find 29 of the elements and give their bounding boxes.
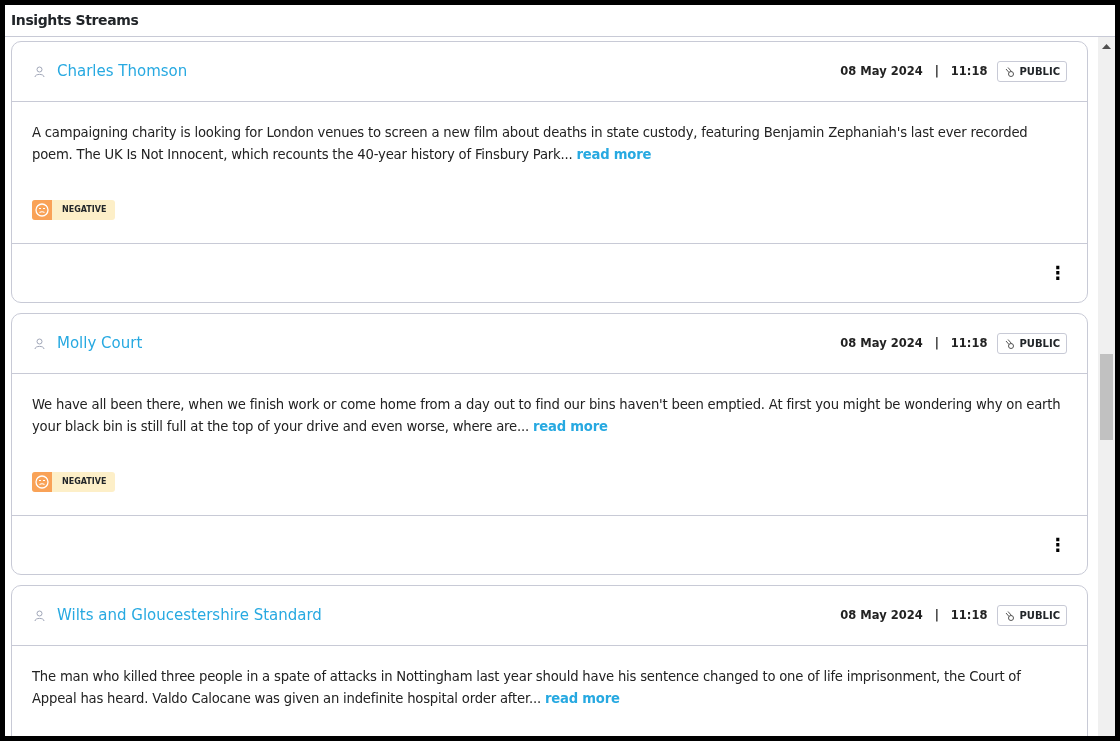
- hand-icon: [1004, 338, 1016, 349]
- post-excerpt: The man who killed three people in a spate of attacks in Nottingham last year should have his sentence changed to one of life imprisonment, the Court of Appeal has heard. Valdo Calocane was given an indefinite hospital order after... read more: [32, 668, 1022, 708]
- post-excerpt: We have all been there, when we finish work or come home from a day out to find our bins haven't been emptied. At first you might be wondering why on earth your black bin is still full at the top of your drive and even worse, where are... read more: [32, 396, 1062, 436]
- read-more-link[interactable]: read more: [532, 419, 608, 434]
- more-options-button[interactable]: ⋮: [1045, 264, 1071, 282]
- read-more-link[interactable]: read more: [544, 691, 620, 706]
- visibility-tag: PUBLIC: [997, 333, 1067, 354]
- hand-icon: [1004, 66, 1016, 77]
- author-link[interactable]: Molly Court: [57, 332, 143, 355]
- visibility-tag: PUBLIC: [997, 61, 1067, 82]
- read-more-link[interactable]: read more: [576, 147, 652, 162]
- sentiment-tag: NEGATIVE: [32, 200, 116, 220]
- visibility-tag: PUBLIC: [997, 605, 1067, 626]
- scroll-up-icon[interactable]: [1102, 43, 1111, 49]
- hand-icon: [1004, 610, 1016, 621]
- user-icon: [34, 610, 45, 621]
- more-options-button[interactable]: ⋮: [1045, 536, 1071, 554]
- author-link[interactable]: Wilts and Gloucestershire Standard: [57, 604, 322, 627]
- sentiment-tag: NEGATIVE: [32, 472, 116, 492]
- scrollbar[interactable]: [1098, 37, 1115, 736]
- user-icon: [34, 338, 45, 349]
- post-timestamp: 08 May 2024 | 11:18: [840, 334, 988, 352]
- post-excerpt: A campaigning charity is looking for London venues to screen a new film about deaths in state custody, featuring Benjamin Zephaniah's last ever recorded poem. The UK Is Not Innocent, which recounts the 40-year history of Finsbury Park... read more: [32, 124, 1029, 164]
- panel-title: Insights Streams: [5, 5, 1115, 37]
- post-timestamp: 08 May 2024 | 11:18: [840, 62, 988, 80]
- scroll-thumb[interactable]: [1100, 354, 1113, 440]
- post-timestamp: 08 May 2024 | 11:18: [840, 606, 988, 624]
- author-link[interactable]: Charles Thomson: [57, 60, 188, 83]
- user-icon: [34, 66, 45, 77]
